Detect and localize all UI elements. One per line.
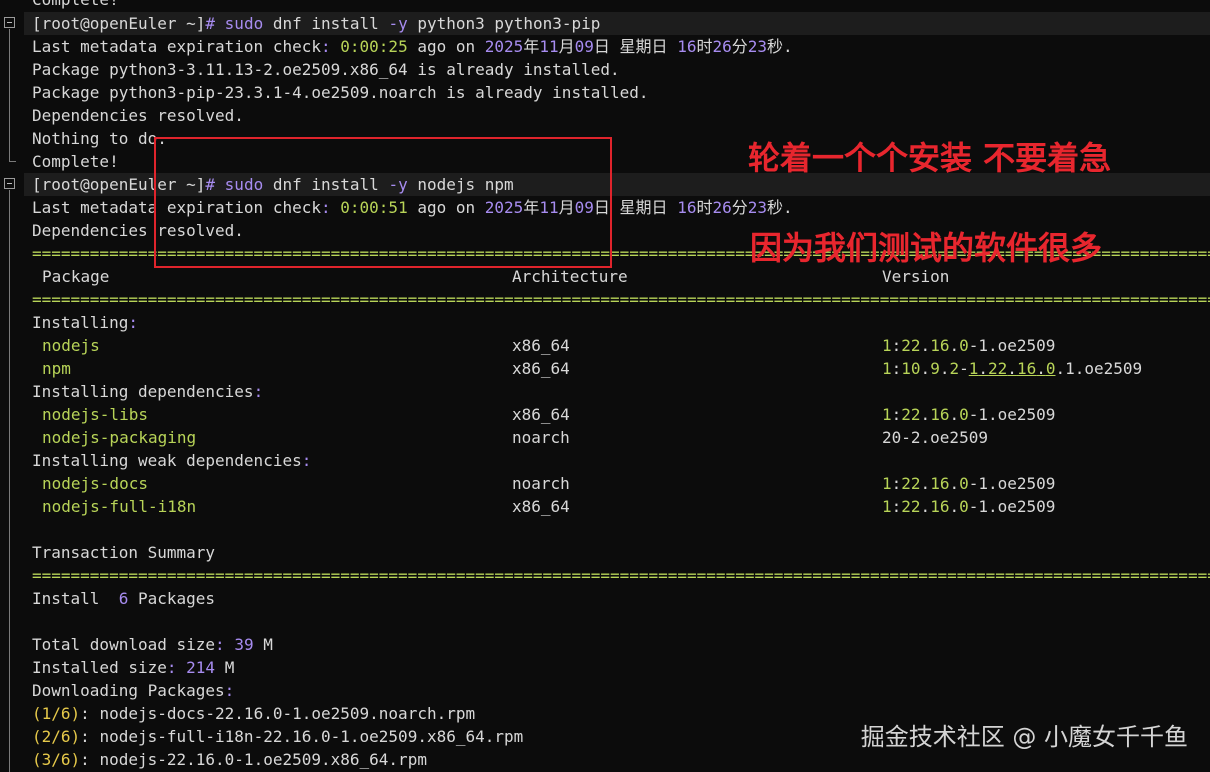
command-line[interactable]: [root@openEuler ~]# sudo dnf install -y …	[24, 12, 1210, 35]
output-line: Package python3-pip-23.3.1-4.oe2509.noar…	[32, 83, 649, 102]
fold-toggle-icon[interactable]	[4, 17, 15, 28]
group-title: Installing dependencies:	[32, 382, 264, 401]
table-row: nodejs-libs x86_64 1:22.16.0-1.oe2509	[42, 405, 1056, 424]
table-row: nodejs x86_64 1:22.16.0-1.oe2509	[42, 336, 1056, 355]
summary-title: Transaction Summary	[32, 543, 216, 562]
group-title: Installing weak dependencies:	[32, 451, 312, 470]
table-header: Package Architecture Version	[32, 265, 1210, 288]
output-line: Complete!	[32, 0, 1210, 11]
fold-guide-line	[9, 29, 10, 161]
output-line: Package python3-3.11.13-2.oe2509.x86_64 …	[32, 60, 620, 79]
download-size-line: Total download size: 39 M	[32, 635, 273, 654]
downloading-line: Downloading Packages:	[32, 681, 235, 700]
output-line: Dependencies resolved.	[32, 106, 244, 125]
installed-size-line: Installed size: 214 M	[32, 658, 235, 677]
header-arch: Architecture	[512, 267, 628, 286]
annotation-note: 轮着一个个安装 不要着急	[748, 139, 1112, 177]
metadata-line: Last metadata expiration check: 0:00:25 …	[32, 37, 793, 56]
annotation-note: 因为我们测试的软件很多	[750, 229, 1103, 267]
fold-toggle-icon[interactable]	[4, 178, 15, 189]
header-version: Version	[882, 267, 950, 286]
fold-gutter	[0, 0, 24, 772]
fold-guide-end	[9, 161, 16, 162]
header-package: Package	[42, 267, 110, 286]
highlight-box	[154, 137, 612, 268]
fold-guide-line	[9, 190, 10, 772]
watermark: 掘金技术社区 @ 小魔女千千鱼	[860, 723, 1188, 751]
install-count-line: Install 6 Packages	[32, 589, 216, 608]
table-row: nodejs-full-i18n x86_64 1:22.16.0-1.oe2509	[42, 497, 1056, 516]
group-title: Installing:	[32, 313, 138, 332]
separator-line: ========================================…	[32, 290, 1210, 309]
table-row: npm x86_64 1:10.9.2-1.22.16.0.1.oe2509	[42, 359, 1143, 378]
separator-line: ========================================…	[32, 566, 1210, 585]
table-row: nodejs-packaging noarch 20-2.oe2509	[42, 428, 988, 447]
terminal-window[interactable]: Complete! [root@openEuler ~]# sudo dnf i…	[0, 0, 1210, 772]
table-row: nodejs-docs noarch 1:22.16.0-1.oe2509	[42, 474, 1056, 493]
